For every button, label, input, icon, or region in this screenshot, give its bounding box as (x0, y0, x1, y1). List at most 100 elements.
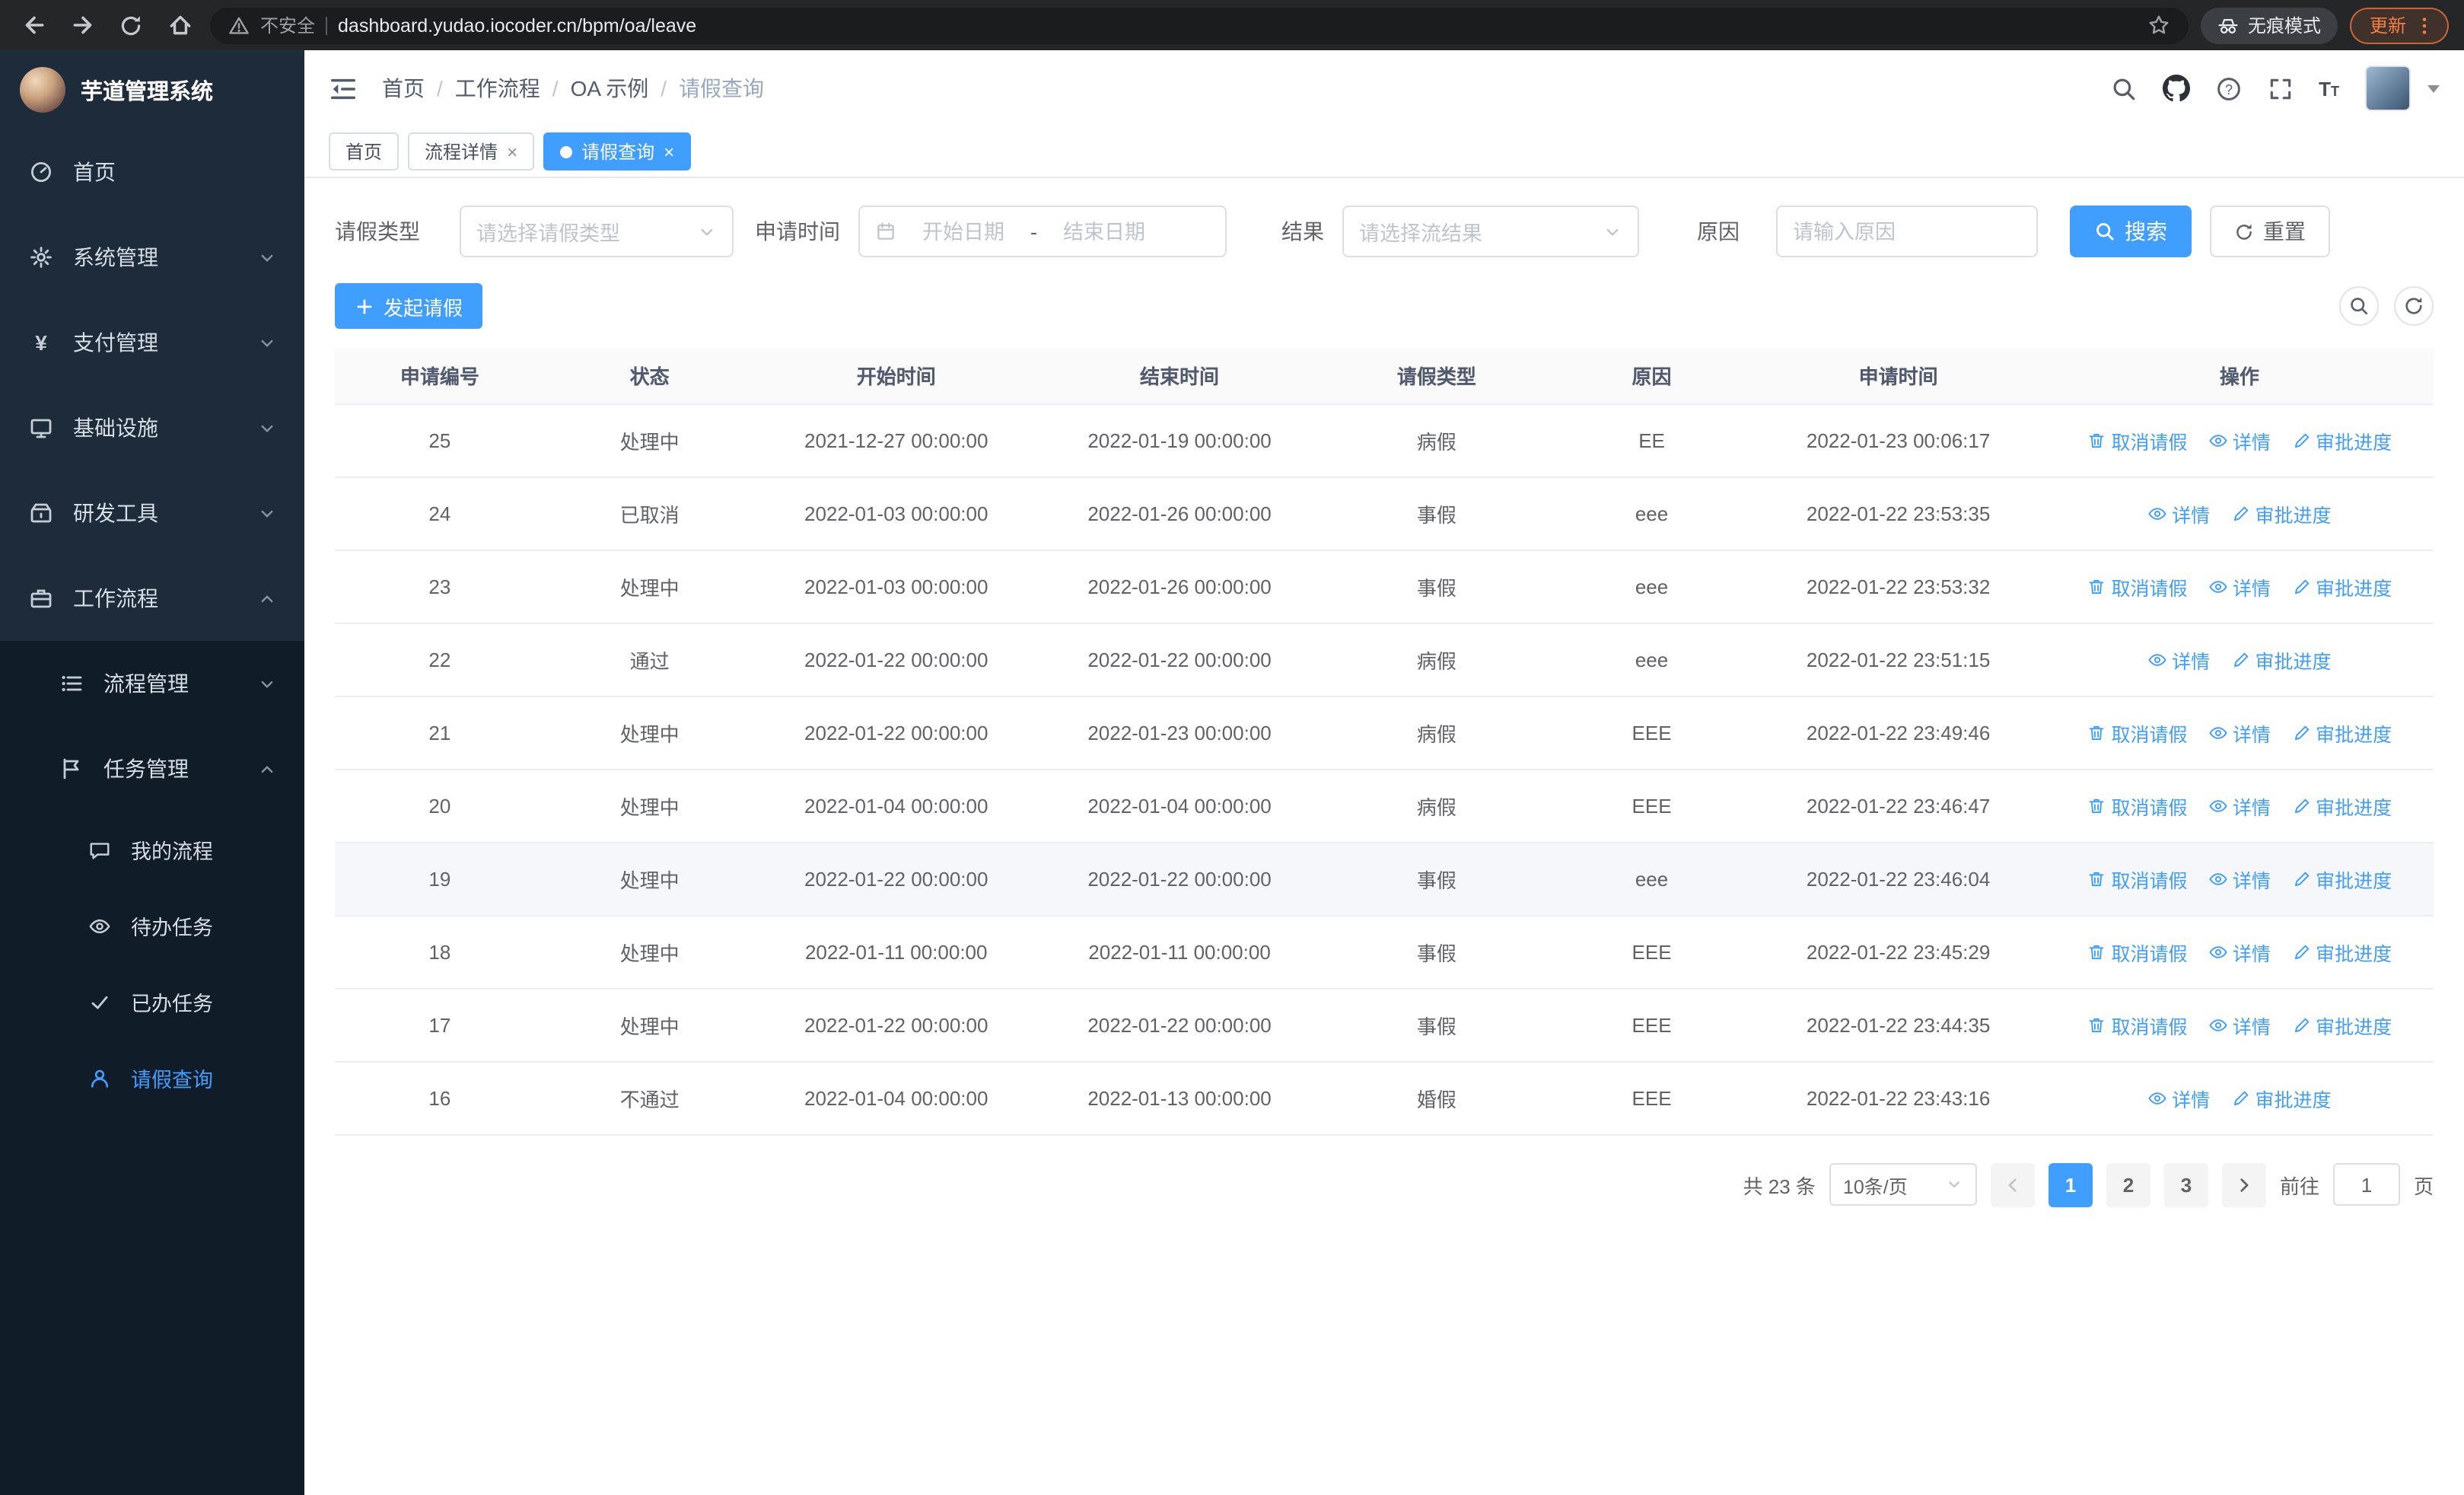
search-button[interactable]: 搜索 (2070, 206, 2192, 257)
goto-page-input[interactable] (2332, 1163, 2400, 1206)
cancel-leave-link[interactable]: 取消请假 (2087, 718, 2188, 747)
sidebar-item-payment[interactable]: ¥ 支付管理 (0, 300, 304, 385)
browser-forward-button[interactable] (64, 7, 100, 43)
sidebar-item-my-process[interactable]: 我的流程 (0, 811, 304, 888)
date-range-picker[interactable]: - (858, 206, 1227, 257)
sidebar-item-todo-tasks[interactable]: 待办任务 (0, 888, 304, 964)
tab-process-detail[interactable]: 流程详情 × (408, 132, 535, 171)
cancel-leave-link[interactable]: 取消请假 (2087, 572, 2188, 601)
sidebar-item-home[interactable]: 首页 (0, 129, 304, 215)
sidebar-item-workflow[interactable]: 工作流程 (0, 556, 304, 641)
logo-avatar (20, 67, 65, 113)
page-button-2[interactable]: 2 (2106, 1162, 2150, 1207)
result-select[interactable]: 请选择流结果 (1342, 206, 1639, 257)
cell-end: 2022-01-13 00:00:00 (1037, 1061, 1322, 1135)
browser-refresh-button[interactable] (113, 7, 149, 43)
approval-progress-link[interactable]: 审批进度 (2230, 1083, 2331, 1112)
tab-home[interactable]: 首页 (329, 132, 400, 171)
cell-status: 已取消 (544, 477, 755, 550)
breadcrumb-oa-example[interactable]: OA 示例 (571, 73, 649, 104)
sidebar-item-task-mgmt[interactable]: 任务管理 (0, 726, 304, 811)
avatar-caret-icon[interactable] (2427, 84, 2440, 92)
cell-apply-time: 2022-01-22 23:51:15 (1751, 623, 2045, 696)
reset-button[interactable]: 重置 (2210, 206, 2330, 257)
browser-menu-icon[interactable] (2414, 14, 2435, 36)
detail-link[interactable]: 详情 (2208, 864, 2271, 893)
fullscreen-icon[interactable] (2267, 75, 2293, 101)
cell-type: 事假 (1321, 477, 1552, 550)
sidebar-item-label: 任务管理 (103, 757, 189, 781)
approval-progress-link[interactable]: 审批进度 (2291, 1010, 2392, 1039)
table-refresh-button[interactable] (2394, 286, 2434, 326)
detail-link[interactable]: 详情 (2208, 718, 2271, 747)
cell-apply-time: 2022-01-22 23:43:16 (1751, 1061, 2045, 1135)
end-date-input[interactable] (1046, 220, 1162, 243)
tab-close-icon[interactable]: × (507, 142, 517, 161)
page-size-select[interactable]: 10条/页 (1829, 1163, 1977, 1206)
cell-actions: 取消请假 详情 审批进度 (2045, 988, 2434, 1062)
sidebar-item-done-tasks[interactable]: 已办任务 (0, 964, 304, 1040)
help-icon[interactable]: ? (2215, 75, 2241, 101)
sidebar-collapse-button[interactable] (329, 74, 358, 103)
create-leave-button[interactable]: 发起请假 (335, 283, 483, 329)
start-date-input[interactable] (906, 220, 1021, 243)
breadcrumb-workflow[interactable]: 工作流程 (455, 73, 540, 104)
col-header-actions: 操作 (2045, 349, 2434, 404)
detail-link[interactable]: 详情 (2147, 1083, 2210, 1112)
cell-actions: 取消请假 详情 审批进度 (2045, 842, 2434, 916)
sidebar-item-process-mgmt[interactable]: 流程管理 (0, 641, 304, 726)
search-icon[interactable] (2110, 75, 2136, 101)
page-button-1[interactable]: 1 (2048, 1162, 2093, 1207)
approval-progress-link[interactable]: 审批进度 (2291, 864, 2392, 893)
sidebar-item-devtools[interactable]: 研发工具 (0, 470, 304, 556)
reason-input[interactable] (1793, 220, 2021, 243)
detail-link[interactable]: 详情 (2208, 1010, 2271, 1039)
cell-type: 事假 (1321, 988, 1552, 1062)
cancel-leave-link[interactable]: 取消请假 (2087, 864, 2188, 893)
cell-type: 病假 (1321, 403, 1552, 477)
approval-progress-link[interactable]: 审批进度 (2291, 718, 2392, 747)
cancel-leave-link[interactable]: 取消请假 (2087, 791, 2188, 820)
prev-page-button[interactable] (1990, 1162, 2035, 1207)
approval-progress-link[interactable]: 审批进度 (2230, 499, 2331, 528)
leave-type-select[interactable]: 请选择请假类型 (460, 206, 734, 257)
detail-link[interactable]: 详情 (2208, 426, 2271, 454)
cancel-leave-link[interactable]: 取消请假 (2087, 937, 2188, 966)
cancel-leave-link[interactable]: 取消请假 (2087, 426, 2188, 454)
page-button-3[interactable]: 3 (2163, 1162, 2208, 1207)
next-page-button[interactable] (2221, 1162, 2266, 1207)
approval-progress-link[interactable]: 审批进度 (2230, 645, 2331, 674)
detail-link[interactable]: 详情 (2147, 499, 2210, 528)
col-header-end: 结束时间 (1037, 349, 1322, 404)
detail-link[interactable]: 详情 (2208, 937, 2271, 966)
user-avatar[interactable] (2365, 65, 2411, 111)
font-size-icon[interactable]: TT (2319, 77, 2339, 100)
filter-bar: 请假类型 请选择请假类型 申请时间 - 结果 请选择流结果 (335, 206, 2434, 257)
detail-link[interactable]: 详情 (2208, 791, 2271, 820)
cell-start: 2021-12-27 00:00:00 (754, 403, 1038, 477)
incognito-icon (2217, 14, 2239, 36)
cell-end: 2022-01-11 00:00:00 (1037, 915, 1322, 989)
approval-progress-link[interactable]: 审批进度 (2291, 426, 2392, 454)
tab-leave-query[interactable]: 请假查询 × (543, 132, 692, 171)
address-bar[interactable]: 不安全 dashboard.yudao.iocoder.cn/bpm/oa/le… (210, 7, 2189, 43)
sidebar-item-infra[interactable]: 基础设施 (0, 385, 304, 470)
browser-chrome: 不安全 dashboard.yudao.iocoder.cn/bpm/oa/le… (0, 0, 2464, 50)
bookmark-star-icon[interactable] (2147, 14, 2170, 37)
browser-update-button[interactable]: 更新 (2349, 7, 2449, 43)
table-search-toggle-button[interactable] (2339, 286, 2379, 326)
breadcrumb-home[interactable]: 首页 (382, 73, 425, 104)
chevron-down-icon (257, 418, 277, 438)
github-icon[interactable] (2162, 75, 2190, 102)
sidebar-item-system[interactable]: 系统管理 (0, 215, 304, 300)
approval-progress-link[interactable]: 审批进度 (2291, 937, 2392, 966)
tab-close-icon[interactable]: × (664, 142, 674, 161)
approval-progress-link[interactable]: 审批进度 (2291, 572, 2392, 601)
sidebar-item-leave-query[interactable]: 请假查询 (0, 1040, 304, 1116)
detail-link[interactable]: 详情 (2147, 645, 2210, 674)
browser-back-button[interactable] (15, 7, 52, 43)
cancel-leave-link[interactable]: 取消请假 (2087, 1010, 2188, 1039)
browser-home-button[interactable] (161, 7, 198, 43)
detail-link[interactable]: 详情 (2208, 572, 2271, 601)
approval-progress-link[interactable]: 审批进度 (2291, 791, 2392, 820)
